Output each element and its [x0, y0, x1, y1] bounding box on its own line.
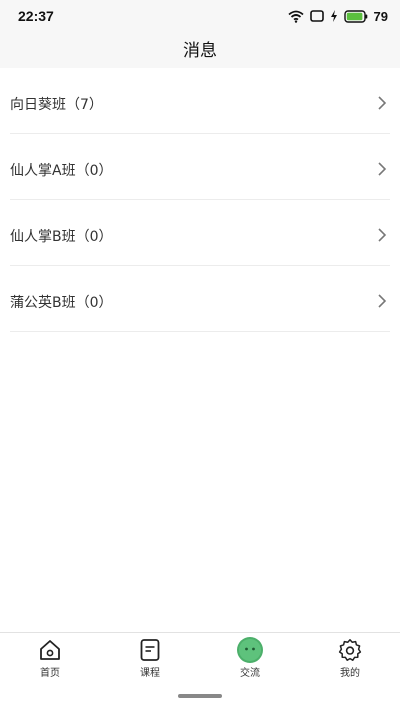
- sim-card-icon: [309, 10, 324, 22]
- charging-icon: [330, 10, 337, 22]
- battery-level: 79: [373, 8, 388, 24]
- battery-icon: [343, 9, 367, 23]
- tab-label: 交流: [240, 668, 260, 679]
- home-indicator[interactable]: [178, 694, 222, 698]
- wifi-icon: [287, 10, 304, 23]
- header: 消息: [0, 30, 400, 68]
- tab-chat[interactable]: 交流: [200, 633, 300, 684]
- tab-label: 我的: [340, 668, 360, 679]
- notebook-icon: [140, 639, 160, 661]
- tab-home[interactable]: 首页: [0, 633, 100, 684]
- home-icon: [40, 640, 60, 660]
- page-title: 消息: [183, 41, 217, 61]
- list-item[interactable]: 蒲公英B班（0）: [10, 266, 390, 332]
- list-item[interactable]: 仙人掌A班（0）: [10, 134, 390, 200]
- list-item[interactable]: 仙人掌B班（0）: [10, 200, 390, 266]
- chevron-right-icon: [378, 162, 387, 176]
- tab-mine[interactable]: 我的: [300, 633, 400, 684]
- chevron-right-icon: [378, 294, 387, 308]
- chat-bubble-icon: [237, 637, 263, 663]
- status-time: 22:37: [18, 8, 54, 24]
- tab-course[interactable]: 课程: [100, 633, 200, 684]
- group-list: 向日葵班（7） 仙人掌A班（0） 仙人掌B班（0） 蒲公英B班（0）: [0, 68, 400, 332]
- group-name: 蒲公英B班（0）: [10, 295, 113, 311]
- group-name: 仙人掌B班（0）: [10, 229, 113, 245]
- bottom-tab-bar: 首页 课程 交流 我的: [0, 632, 400, 684]
- status-icons: 79: [287, 8, 388, 24]
- chevron-right-icon: [378, 228, 387, 242]
- tab-label: 课程: [140, 668, 160, 679]
- list-item[interactable]: 向日葵班（7）: [10, 68, 390, 134]
- group-name: 仙人掌A班（0）: [10, 163, 113, 179]
- gear-icon: [338, 639, 362, 661]
- chevron-right-icon: [378, 96, 387, 110]
- group-name: 向日葵班（7）: [10, 97, 103, 113]
- tab-label: 首页: [40, 668, 60, 679]
- status-bar: 22:37 79: [0, 0, 400, 30]
